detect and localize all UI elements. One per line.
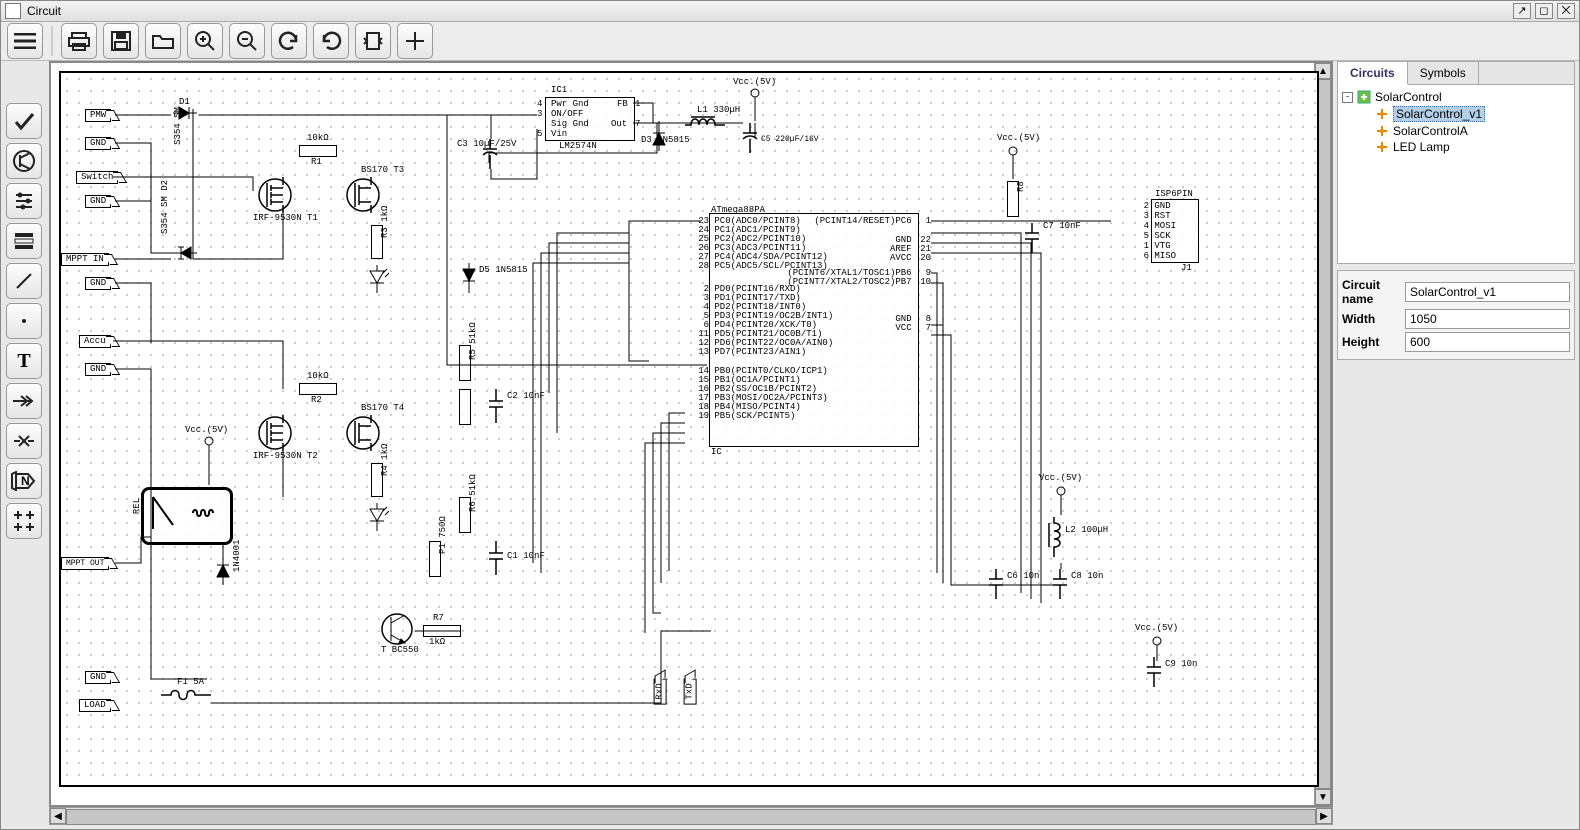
tree-root-label: SolarControl (1375, 90, 1442, 104)
height-input[interactable] (1405, 332, 1570, 352)
layers-tool[interactable] (6, 223, 42, 259)
point-tool[interactable] (6, 303, 42, 339)
crosshair-button[interactable] (397, 23, 433, 59)
save-button[interactable] (103, 23, 139, 59)
text-icon: T (17, 350, 30, 373)
tree-root[interactable]: - SolarControl (1340, 89, 1572, 105)
sliders-icon (13, 190, 35, 212)
print-icon (68, 31, 90, 51)
menu-icon (14, 33, 36, 49)
fit-button[interactable] (355, 23, 391, 59)
break-icon (13, 430, 35, 452)
crosshair-icon (404, 30, 426, 52)
check-icon (13, 110, 35, 132)
zoom-in-icon (194, 30, 216, 52)
canvas[interactable]: ▲▼ PMW GND Switch GND MPPT IN GND Accu G… (49, 61, 1333, 807)
maximize-button[interactable]: ◻ (1535, 3, 1553, 19)
properties-panel: Circuit name Width Height (1337, 270, 1575, 360)
wire-tool[interactable] (6, 263, 42, 299)
wire-icon (13, 270, 35, 292)
arrow-icon (12, 394, 36, 408)
right-panel: Circuits Symbols - SolarControl SolarCon… (1337, 61, 1575, 825)
undo-button[interactable] (271, 23, 307, 59)
point-icon (13, 310, 35, 332)
titlebar: Circuit ↗ ◻ ⨉ (1, 1, 1579, 22)
svg-text:N: N (21, 474, 30, 488)
prop-label-width: Width (1342, 312, 1405, 326)
close-button[interactable]: ⨉ (1557, 3, 1575, 19)
minimize-button[interactable]: ↗ (1513, 3, 1531, 19)
menu-button[interactable] (7, 23, 43, 59)
tree-toggle-icon[interactable]: - (1342, 92, 1353, 103)
canvas-area: ▲▼ PMW GND Switch GND MPPT IN GND Accu G… (49, 61, 1333, 825)
undo-icon (278, 30, 300, 52)
tab-circuits[interactable]: Circuits (1338, 62, 1408, 85)
zoom-out-icon (236, 30, 258, 52)
transistor-tool[interactable] (6, 143, 42, 179)
sliders-tool[interactable] (6, 183, 42, 219)
tree-item-label: SolarControlA (1393, 124, 1468, 138)
text-tool[interactable]: T (6, 343, 42, 379)
window-title: Circuit (27, 4, 61, 18)
fit-icon (362, 30, 384, 52)
project-tree[interactable]: - SolarControl SolarControl_v1 SolarCont… (1337, 85, 1575, 264)
node-icon: N (11, 471, 37, 491)
width-input[interactable] (1405, 309, 1570, 329)
open-button[interactable] (145, 23, 181, 59)
check-tool[interactable] (6, 103, 42, 139)
redo-icon (320, 30, 342, 52)
tab-symbols[interactable]: Symbols (1408, 62, 1479, 84)
tree-item-label: LED Lamp (1393, 140, 1450, 154)
zoom-in-button[interactable] (187, 23, 223, 59)
body: T N ▲▼ PMW GND Switch GND MPPT IN GND (5, 61, 1575, 825)
project-icon (1357, 90, 1371, 104)
tree-item[interactable]: LED Lamp (1358, 139, 1572, 155)
circuit-icon (1375, 124, 1389, 138)
wiring (61, 73, 1317, 785)
arrow-tool[interactable] (6, 383, 42, 419)
window: Circuit ↗ ◻ ⨉ T N (0, 0, 1580, 830)
left-toolbar: T N (5, 61, 43, 825)
circuit-icon (1375, 107, 1389, 121)
open-icon (151, 32, 175, 50)
tree-item[interactable]: SolarControlA (1358, 123, 1572, 139)
transistor-icon (12, 149, 36, 173)
tree-item-label: SolarControl_v1 (1393, 106, 1485, 122)
tabs: Circuits Symbols (1337, 61, 1575, 85)
layers-icon (13, 230, 35, 252)
app-icon (5, 3, 21, 19)
prop-label-height: Height (1342, 335, 1405, 349)
save-icon (111, 31, 131, 51)
zoom-out-button[interactable] (229, 23, 265, 59)
schematic[interactable]: PMW GND Switch GND MPPT IN GND Accu GND … (59, 71, 1319, 787)
top-toolbar (1, 22, 1579, 61)
break-tool[interactable] (6, 423, 42, 459)
node-tool[interactable]: N (6, 463, 42, 499)
redo-button[interactable] (313, 23, 349, 59)
scrollbar-horizontal[interactable]: ◀▶ (49, 807, 1333, 825)
tree-item[interactable]: SolarControl_v1 (1358, 105, 1572, 123)
circuit-name-input[interactable] (1405, 282, 1570, 302)
circuit-icon (1375, 140, 1389, 154)
snap-icon (12, 509, 36, 533)
snap-tool[interactable] (6, 503, 42, 539)
prop-label-circuit-name: Circuit name (1342, 278, 1405, 306)
print-button[interactable] (61, 23, 97, 59)
